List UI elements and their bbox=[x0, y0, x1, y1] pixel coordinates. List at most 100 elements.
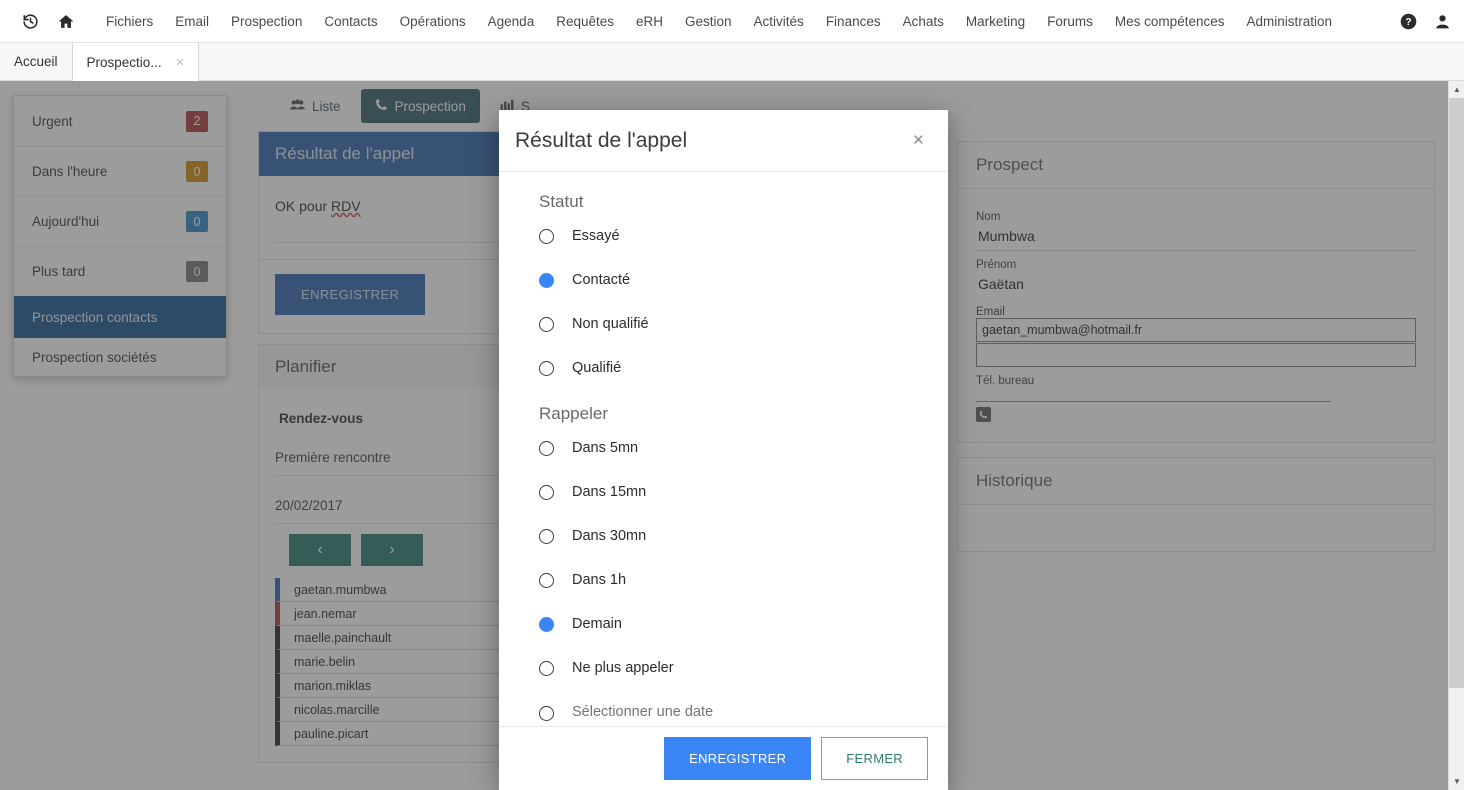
content-tab-liste[interactable]: Liste bbox=[276, 90, 355, 123]
nav-link-operations[interactable]: Opérations bbox=[389, 0, 477, 43]
next-button[interactable]: › bbox=[361, 534, 423, 566]
menu-item-aujourdhui-badge: 0 bbox=[186, 211, 208, 232]
vertical-scrollbar[interactable]: ▲ ▼ bbox=[1448, 81, 1464, 790]
radio-rappeler-15mn[interactable]: Dans 15mn bbox=[539, 470, 948, 514]
menu-item-prospection-contacts-label: Prospection contacts bbox=[32, 309, 158, 325]
nav-link-administration[interactable]: Administration bbox=[1235, 0, 1343, 43]
radio-statut-qualifie-label: Qualifié bbox=[572, 360, 622, 376]
radio-statut-essaye[interactable]: Essayé bbox=[539, 214, 948, 258]
contact-login: pauline.picart bbox=[294, 726, 369, 741]
close-button[interactable]: FERMER bbox=[821, 737, 928, 780]
modal-footer: ENREGISTRER FERMER bbox=[499, 726, 948, 790]
prospect-nom-label: Nom bbox=[976, 211, 1001, 223]
menu-item-dans-lheure-badge: 0 bbox=[186, 161, 208, 182]
prospect-tel-underline bbox=[976, 401, 1331, 402]
radio-icon bbox=[539, 484, 554, 500]
menu-item-aujourdhui-label: Aujourd'hui bbox=[32, 214, 100, 229]
nav-link-gestion[interactable]: Gestion bbox=[674, 0, 743, 43]
content-tab-prospection-label: Prospection bbox=[394, 98, 466, 114]
radio-rappeler-ne-plus-appeler[interactable]: Ne plus appeler bbox=[539, 646, 948, 690]
menu-item-prospection-contacts[interactable]: Prospection contacts bbox=[14, 296, 226, 338]
radio-icon bbox=[539, 360, 554, 376]
tab-accueil-label: Accueil bbox=[14, 53, 58, 69]
radio-rappeler-5mn[interactable]: Dans 5mn bbox=[539, 426, 948, 470]
radio-rappeler-5mn-label: Dans 5mn bbox=[572, 440, 639, 456]
nav-link-requetes[interactable]: Requêtes bbox=[545, 0, 625, 43]
help-icon[interactable]: ? bbox=[1400, 13, 1417, 30]
menu-item-aujourdhui[interactable]: Aujourd'hui 0 bbox=[14, 196, 226, 246]
phone-icon bbox=[375, 98, 388, 114]
bg-save-button[interactable]: ENREGISTRER bbox=[275, 274, 426, 315]
prospection-menu-panel: Urgent 2 Dans l'heure 0 Aujourd'hui 0 Pl… bbox=[13, 95, 227, 377]
nav-link-finances[interactable]: Finances bbox=[815, 0, 892, 43]
contact-login: maelle.painchault bbox=[294, 630, 392, 645]
menu-item-dans-lheure[interactable]: Dans l'heure 0 bbox=[14, 146, 226, 196]
group-icon bbox=[290, 99, 305, 114]
navbar-right-icons: ? bbox=[1400, 0, 1450, 43]
user-icon[interactable] bbox=[1435, 13, 1450, 30]
rappeler-group-label: Rappeler bbox=[539, 404, 608, 423]
close-icon[interactable]: × bbox=[176, 54, 185, 71]
contact-login: jean.nemar bbox=[294, 606, 357, 621]
nav-link-erh[interactable]: eRH bbox=[625, 0, 674, 43]
historique-panel: Historique bbox=[957, 457, 1435, 552]
radio-rappeler-date[interactable] bbox=[539, 690, 948, 726]
prospect-prenom-value[interactable]: Gaëtan bbox=[976, 271, 1416, 298]
modal-title: Résultat de l'appel bbox=[515, 128, 688, 152]
radio-rappeler-1h[interactable]: Dans 1h bbox=[539, 558, 948, 602]
menu-item-urgent-badge: 2 bbox=[186, 110, 208, 132]
nav-link-marketing[interactable]: Marketing bbox=[955, 0, 1036, 43]
radio-statut-non-qualifie-label: Non qualifié bbox=[572, 316, 649, 332]
historique-panel-title: Historique bbox=[958, 458, 1434, 505]
menu-item-urgent[interactable]: Urgent 2 bbox=[14, 96, 226, 146]
modal-body: Statut Essayé Contacté Non qualifié Qual… bbox=[499, 172, 948, 726]
nav-link-contacts[interactable]: Contacts bbox=[313, 0, 388, 43]
tab-prospection-label: Prospectio... bbox=[86, 54, 162, 70]
tab-accueil[interactable]: Accueil bbox=[0, 42, 72, 80]
prev-button[interactable]: ‹ bbox=[289, 534, 351, 566]
menu-item-prospection-societes[interactable]: Prospection sociétés bbox=[14, 338, 226, 376]
nav-link-mes-competences[interactable]: Mes compétences bbox=[1104, 0, 1236, 43]
radio-icon bbox=[539, 528, 554, 544]
nav-link-activites[interactable]: Activités bbox=[743, 0, 815, 43]
radio-rappeler-30mn[interactable]: Dans 30mn bbox=[539, 514, 948, 558]
home-icon[interactable] bbox=[57, 13, 75, 30]
content-tab-liste-label: Liste bbox=[312, 98, 341, 114]
prospect-prenom-label: Prénom bbox=[976, 259, 1017, 271]
nav-link-achats[interactable]: Achats bbox=[892, 0, 955, 43]
menu-item-dans-lheure-label: Dans l'heure bbox=[32, 164, 108, 179]
radio-rappeler-demain[interactable]: Demain bbox=[539, 602, 948, 646]
radio-statut-non-qualifie[interactable]: Non qualifié bbox=[539, 302, 948, 346]
radio-statut-contacte[interactable]: Contacté bbox=[539, 258, 948, 302]
scroll-down-icon[interactable]: ▼ bbox=[1449, 773, 1464, 790]
prospect-email-secondary-field[interactable] bbox=[976, 343, 1416, 367]
nav-link-email[interactable]: Email bbox=[164, 0, 220, 43]
radio-rappeler-15mn-label: Dans 15mn bbox=[572, 484, 647, 500]
nav-link-forums[interactable]: Forums bbox=[1036, 0, 1104, 43]
content-tab-prospection[interactable]: Prospection bbox=[360, 89, 480, 123]
scroll-up-icon[interactable]: ▲ bbox=[1449, 81, 1464, 98]
navbar-icon-group bbox=[0, 13, 75, 30]
radio-statut-qualifie[interactable]: Qualifié bbox=[539, 346, 948, 390]
history-icon[interactable] bbox=[22, 13, 39, 30]
close-icon[interactable]: × bbox=[913, 131, 924, 150]
call-note-spellchecked-word: RDV bbox=[331, 198, 361, 214]
scrollbar-thumb[interactable] bbox=[1449, 98, 1464, 688]
prospect-nom-value[interactable]: Mumbwa bbox=[976, 223, 1416, 251]
menu-item-prospection-societes-label: Prospection sociétés bbox=[32, 349, 157, 365]
tab-prospection[interactable]: Prospectio... × bbox=[71, 42, 200, 81]
nav-link-fichiers[interactable]: Fichiers bbox=[95, 0, 164, 43]
phone-icon[interactable] bbox=[976, 407, 991, 422]
prospect-column: Prospect Nom Mumbwa Prénom Gaëtan Email … bbox=[957, 141, 1435, 566]
contact-login: nicolas.marcille bbox=[294, 702, 380, 717]
radio-rappeler-demain-label: Demain bbox=[572, 616, 622, 632]
prospect-email-field[interactable] bbox=[976, 318, 1416, 342]
contact-login: gaetan.mumbwa bbox=[294, 582, 387, 597]
radio-icon bbox=[539, 440, 554, 456]
date-input[interactable] bbox=[572, 699, 714, 726]
save-button[interactable]: ENREGISTRER bbox=[664, 737, 812, 780]
prospect-panel: Prospect Nom Mumbwa Prénom Gaëtan Email … bbox=[957, 141, 1435, 443]
nav-link-prospection[interactable]: Prospection bbox=[220, 0, 313, 43]
menu-item-plus-tard[interactable]: Plus tard 0 bbox=[14, 246, 226, 296]
nav-link-agenda[interactable]: Agenda bbox=[477, 0, 546, 43]
